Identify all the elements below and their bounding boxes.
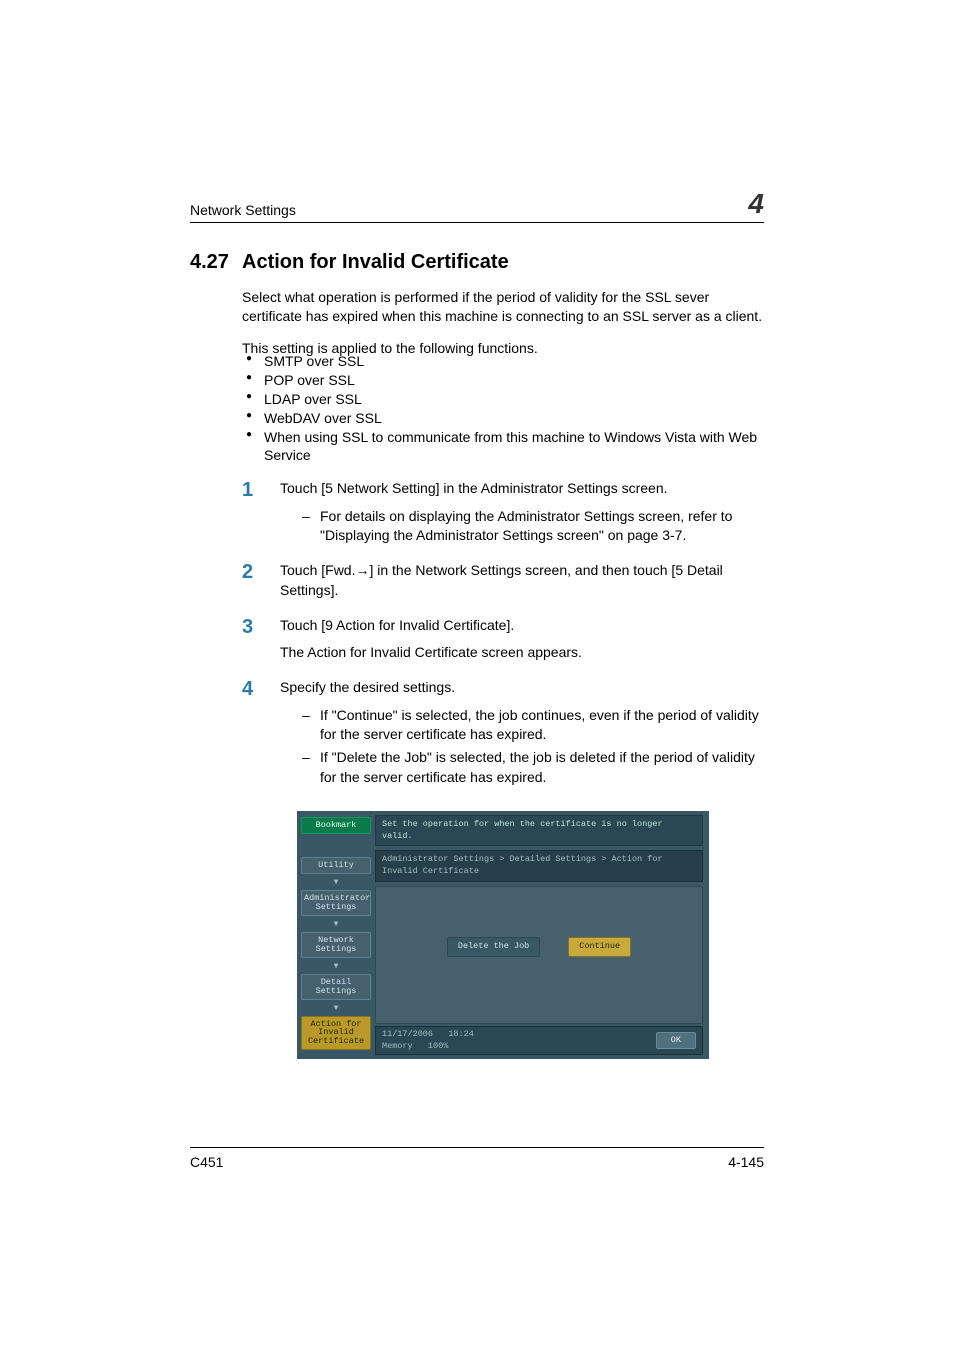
status-mem-value: 100% [428,1041,448,1051]
step-4: 4 Specify the desired settings. If "Cont… [242,678,764,795]
step-text: Specify the desired settings. [280,678,764,697]
sidebar-detail-settings[interactable]: Detail Settings [301,974,371,1000]
sidebar-network-settings[interactable]: Network Settings [301,932,371,958]
device-sidebar: Bookmark Utility ▼ Administrator Setting… [297,811,375,1057]
step-text: Touch [5 Network Setting] in the Adminis… [280,479,764,498]
sidebar-action-invalid-cert[interactable]: Action for Invalid Certificate [301,1016,371,1051]
sidebar-admin-settings[interactable]: Administrator Settings [301,890,371,916]
step-number: 4 [242,678,280,795]
footer-left: C451 [190,1154,223,1170]
arrow-down-icon: ▼ [301,877,371,888]
status-time: 18:24 [448,1029,474,1039]
intro-paragraph-1: Select what operation is performed if th… [242,288,764,327]
step-1: 1 Touch [5 Network Setting] in the Admin… [242,479,764,553]
sidebar-utility[interactable]: Utility [301,857,371,874]
bullet-item: When using SSL to communicate from this … [242,428,764,466]
device-screenshot: Bookmark Utility ▼ Administrator Setting… [242,811,764,1059]
bullet-item: WebDAV over SSL [242,409,764,428]
bookmark-button[interactable]: Bookmark [301,817,371,834]
footer-right: 4-145 [728,1154,764,1170]
status-mem-label: Memory [382,1041,413,1051]
step-text: Touch [9 Action for Invalid Certificate]… [280,616,764,635]
bullet-list: SMTP over SSL POP over SSL LDAP over SSL… [242,352,764,465]
section-title: Action for Invalid Certificate [242,251,509,273]
device-instruction-bar: Set the operation for when the certifica… [375,815,703,846]
option-delete-job[interactable]: Delete the Job [447,937,540,957]
step-number: 2 [242,561,280,608]
device-main-panel: Delete the Job Continue [375,886,703,1024]
step-sub: For details on displaying the Administra… [302,507,764,546]
chapter-number: 4 [748,190,764,218]
arrow-down-icon: ▼ [301,961,371,972]
arrow-down-icon: ▼ [301,919,371,930]
step-text: Touch [Fwd.→] in the Network Settings sc… [280,561,764,600]
header-left: Network Settings [190,202,296,218]
step-2: 2 Touch [Fwd.→] in the Network Settings … [242,561,764,608]
status-date: 11/17/2006 [382,1029,433,1039]
bullet-item: SMTP over SSL [242,352,764,371]
ok-button[interactable]: OK [656,1032,696,1050]
device-status-bar: 11/17/2006 18:24 Memory 100% OK [375,1026,703,1055]
section-number: 4.27 [190,251,242,274]
step-sub: If "Delete the Job" is selected, the job… [302,748,764,787]
step-number: 3 [242,616,280,671]
step-3: 3 Touch [9 Action for Invalid Certificat… [242,616,764,671]
page-footer: C451 4-145 [190,1147,764,1170]
device-breadcrumb: Administrator Settings > Detailed Settin… [375,850,703,881]
step-sub: If "Continue" is selected, the job conti… [302,706,764,745]
step-after-text: The Action for Invalid Certificate scree… [280,643,764,662]
running-header: Network Settings 4 [190,190,764,223]
arrow-down-icon: ▼ [301,1003,371,1014]
step-number: 1 [242,479,280,553]
section-heading: 4.27Action for Invalid Certificate [190,251,764,274]
bullet-item: POP over SSL [242,371,764,390]
device-panel: Bookmark Utility ▼ Administrator Setting… [297,811,709,1059]
bullet-item: LDAP over SSL [242,390,764,409]
option-continue[interactable]: Continue [568,937,631,957]
